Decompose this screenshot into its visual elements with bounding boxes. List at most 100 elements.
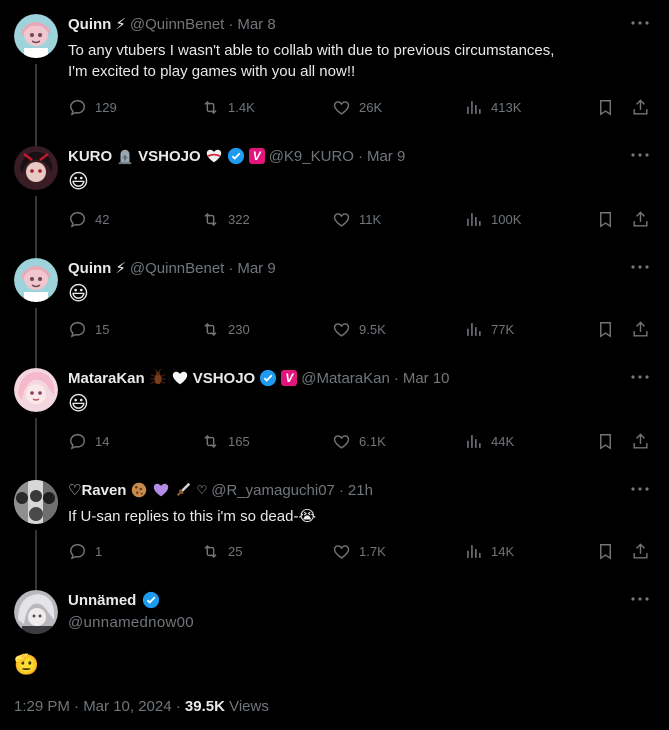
- display-name[interactable]: Quinn: [68, 16, 111, 33]
- handle[interactable]: @R_yamaguchi07: [211, 482, 335, 499]
- avatar[interactable]: [14, 368, 58, 412]
- timestamp[interactable]: Mar 9: [367, 148, 405, 165]
- views-button[interactable]: 44K: [464, 432, 514, 451]
- gravestone-icon: [118, 149, 132, 165]
- like-count: 11K: [359, 212, 382, 227]
- tweet[interactable]: Quinn ⚡ @QuinnBenet · Mar 9 😃 15 230 9.5…: [0, 258, 669, 370]
- verified-icon: [227, 147, 244, 165]
- reply-button[interactable]: 14: [68, 432, 109, 451]
- more-icon[interactable]: [631, 486, 649, 492]
- handle[interactable]: @unnamednow00: [68, 614, 194, 631]
- display-name[interactable]: ♡Raven: [68, 481, 126, 499]
- timestamp[interactable]: Mar 9: [237, 260, 275, 277]
- tweet[interactable]: KURO VSHOJO V @K9_KURO · Mar 9 😃 42 322 …: [0, 146, 669, 258]
- reply-icon: [70, 544, 85, 560]
- reply-icon: [70, 434, 85, 450]
- verified-icon: [260, 369, 277, 387]
- tweet[interactable]: Quinn ⚡ @QuinnBenet · Mar 8 To any vtube…: [0, 14, 669, 150]
- tweet-header: MataraKan VSHOJO V @MataraKan · Mar 10: [68, 368, 450, 388]
- vshojo-badge-icon: V: [248, 148, 265, 164]
- handle[interactable]: @K9_KURO: [269, 148, 354, 165]
- avatar[interactable]: [14, 258, 58, 302]
- tweet-header: Quinn ⚡ @QuinnBenet · Mar 9: [68, 258, 276, 278]
- tweet-text-line: To any vtubers I wasn't able to collab w…: [68, 42, 555, 59]
- bookmark-icon[interactable]: [596, 320, 615, 339]
- reply-count: 14: [95, 434, 110, 449]
- timestamp[interactable]: Mar 10: [403, 370, 450, 387]
- views-button[interactable]: 77K: [464, 320, 514, 339]
- share-icon[interactable]: [631, 210, 650, 229]
- views-button[interactable]: 100K: [464, 210, 521, 229]
- like-button[interactable]: 9.5K: [332, 320, 386, 339]
- display-name[interactable]: Unnämed: [68, 592, 136, 609]
- more-icon[interactable]: [631, 264, 649, 270]
- reply-button[interactable]: 15: [68, 320, 109, 339]
- reply-button[interactable]: 1: [68, 542, 102, 561]
- avatar[interactable]: [14, 146, 58, 190]
- tweet[interactable]: MataraKan VSHOJO V @MataraKan · Mar 10 😃…: [0, 368, 669, 480]
- more-icon[interactable]: [631, 152, 649, 158]
- repost-count: 322: [228, 212, 250, 227]
- like-count: 1.7K: [359, 544, 386, 559]
- share-icon[interactable]: [631, 98, 650, 117]
- reply-icon: [70, 212, 85, 228]
- reply-button[interactable]: 129: [68, 98, 117, 117]
- share-icon[interactable]: [631, 320, 650, 339]
- tweet-text: To any vtubers I wasn't able to collab w…: [68, 40, 554, 82]
- more-icon[interactable]: [631, 374, 649, 380]
- display-name[interactable]: KURO: [68, 148, 112, 165]
- like-button[interactable]: 1.7K: [332, 542, 386, 561]
- tweet[interactable]: ♡Raven ♡ @R_yamaguchi07 · 21h If U-san r…: [0, 480, 669, 590]
- display-name[interactable]: Quinn: [68, 260, 111, 277]
- heart-icon: [206, 149, 221, 163]
- like-button[interactable]: 6.1K: [332, 432, 386, 451]
- views-icon: [467, 545, 481, 558]
- bookmark-icon[interactable]: [596, 98, 615, 117]
- bookmark-icon[interactable]: [596, 210, 615, 229]
- display-name-suffix[interactable]: VSHOJO: [138, 148, 201, 165]
- repost-count: 1.4K: [228, 100, 255, 115]
- display-name-suffix[interactable]: VSHOJO: [193, 370, 256, 387]
- timestamp[interactable]: Mar 8: [237, 16, 275, 33]
- share-icon[interactable]: [631, 542, 650, 561]
- repost-count: 230: [228, 322, 250, 337]
- separator: ·: [338, 481, 344, 499]
- bookmark-icon[interactable]: [596, 542, 615, 561]
- views-count: 77K: [491, 322, 515, 337]
- avatar[interactable]: [14, 480, 58, 524]
- views-button[interactable]: 413K: [464, 98, 521, 117]
- repost-button[interactable]: 322: [201, 210, 250, 229]
- avatar[interactable]: [14, 14, 58, 58]
- handle[interactable]: @QuinnBenet: [130, 16, 224, 33]
- cockroach-icon: [150, 369, 166, 385]
- reply-count: 129: [95, 100, 117, 115]
- tweet-timestamp[interactable]: 1:29 PM · Mar 10, 2024 · 39.5K Views: [14, 698, 269, 715]
- repost-button[interactable]: 1.4K: [201, 98, 255, 117]
- repost-button[interactable]: 230: [201, 320, 250, 339]
- handle[interactable]: @QuinnBenet: [130, 260, 224, 277]
- tweet-text-line: I'm excited to play games with you all n…: [68, 63, 356, 80]
- bookmark-icon[interactable]: [596, 432, 615, 451]
- like-button[interactable]: 26K: [332, 98, 382, 117]
- more-icon[interactable]: [631, 20, 649, 26]
- views-icon: [467, 101, 481, 114]
- share-icon[interactable]: [631, 432, 650, 451]
- repost-button[interactable]: 165: [201, 432, 250, 451]
- timestamp-text: 1:29 PM · Mar 10, 2024 ·: [14, 698, 185, 715]
- display-name[interactable]: MataraKan: [68, 370, 145, 387]
- name-emoji: ⚡: [115, 15, 126, 33]
- tweet-text: 🫡: [14, 654, 39, 676]
- timestamp[interactable]: 21h: [348, 482, 373, 499]
- thread-line: [35, 64, 37, 150]
- repost-icon: [204, 434, 217, 449]
- views-button[interactable]: 14K: [464, 542, 514, 561]
- like-count: 26K: [359, 100, 383, 115]
- reply-button[interactable]: 42: [68, 210, 109, 229]
- more-icon[interactable]: [631, 596, 649, 602]
- avatar[interactable]: [14, 590, 58, 634]
- repost-button[interactable]: 25: [201, 542, 242, 561]
- handle[interactable]: @MataraKan: [301, 370, 390, 387]
- repost-icon: [204, 100, 217, 115]
- action-bar: 15 230 9.5K 77K: [68, 320, 655, 340]
- like-button[interactable]: 11K: [332, 210, 381, 229]
